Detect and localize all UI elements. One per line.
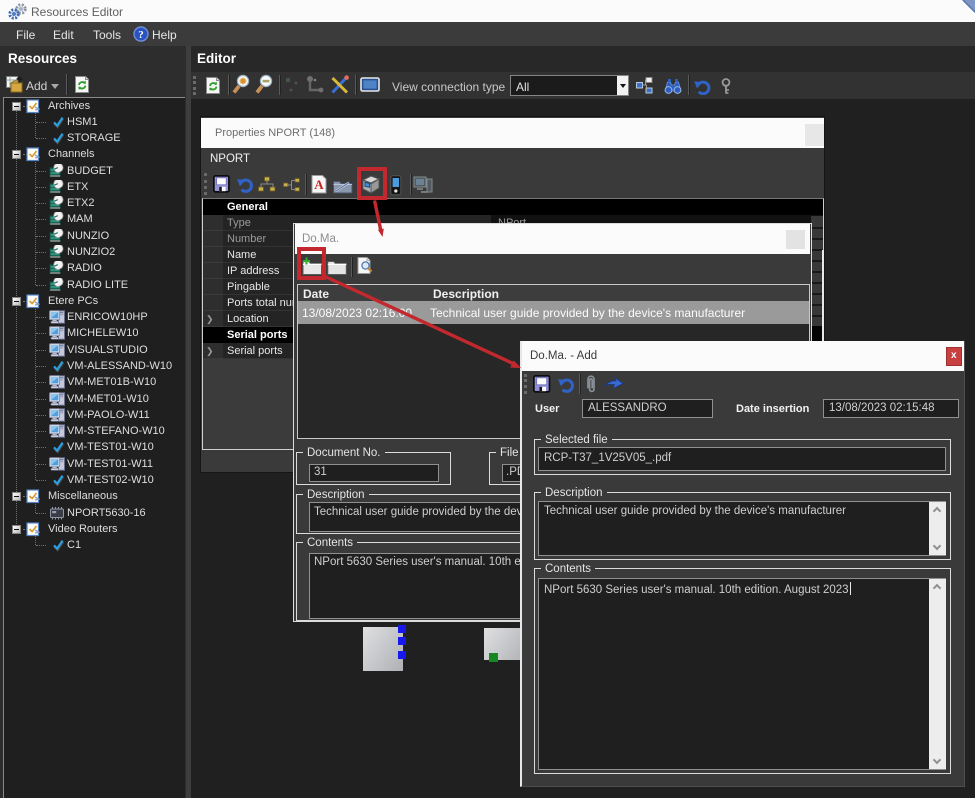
- svg-text:?: ?: [138, 29, 144, 41]
- svg-text:A: A: [314, 177, 324, 192]
